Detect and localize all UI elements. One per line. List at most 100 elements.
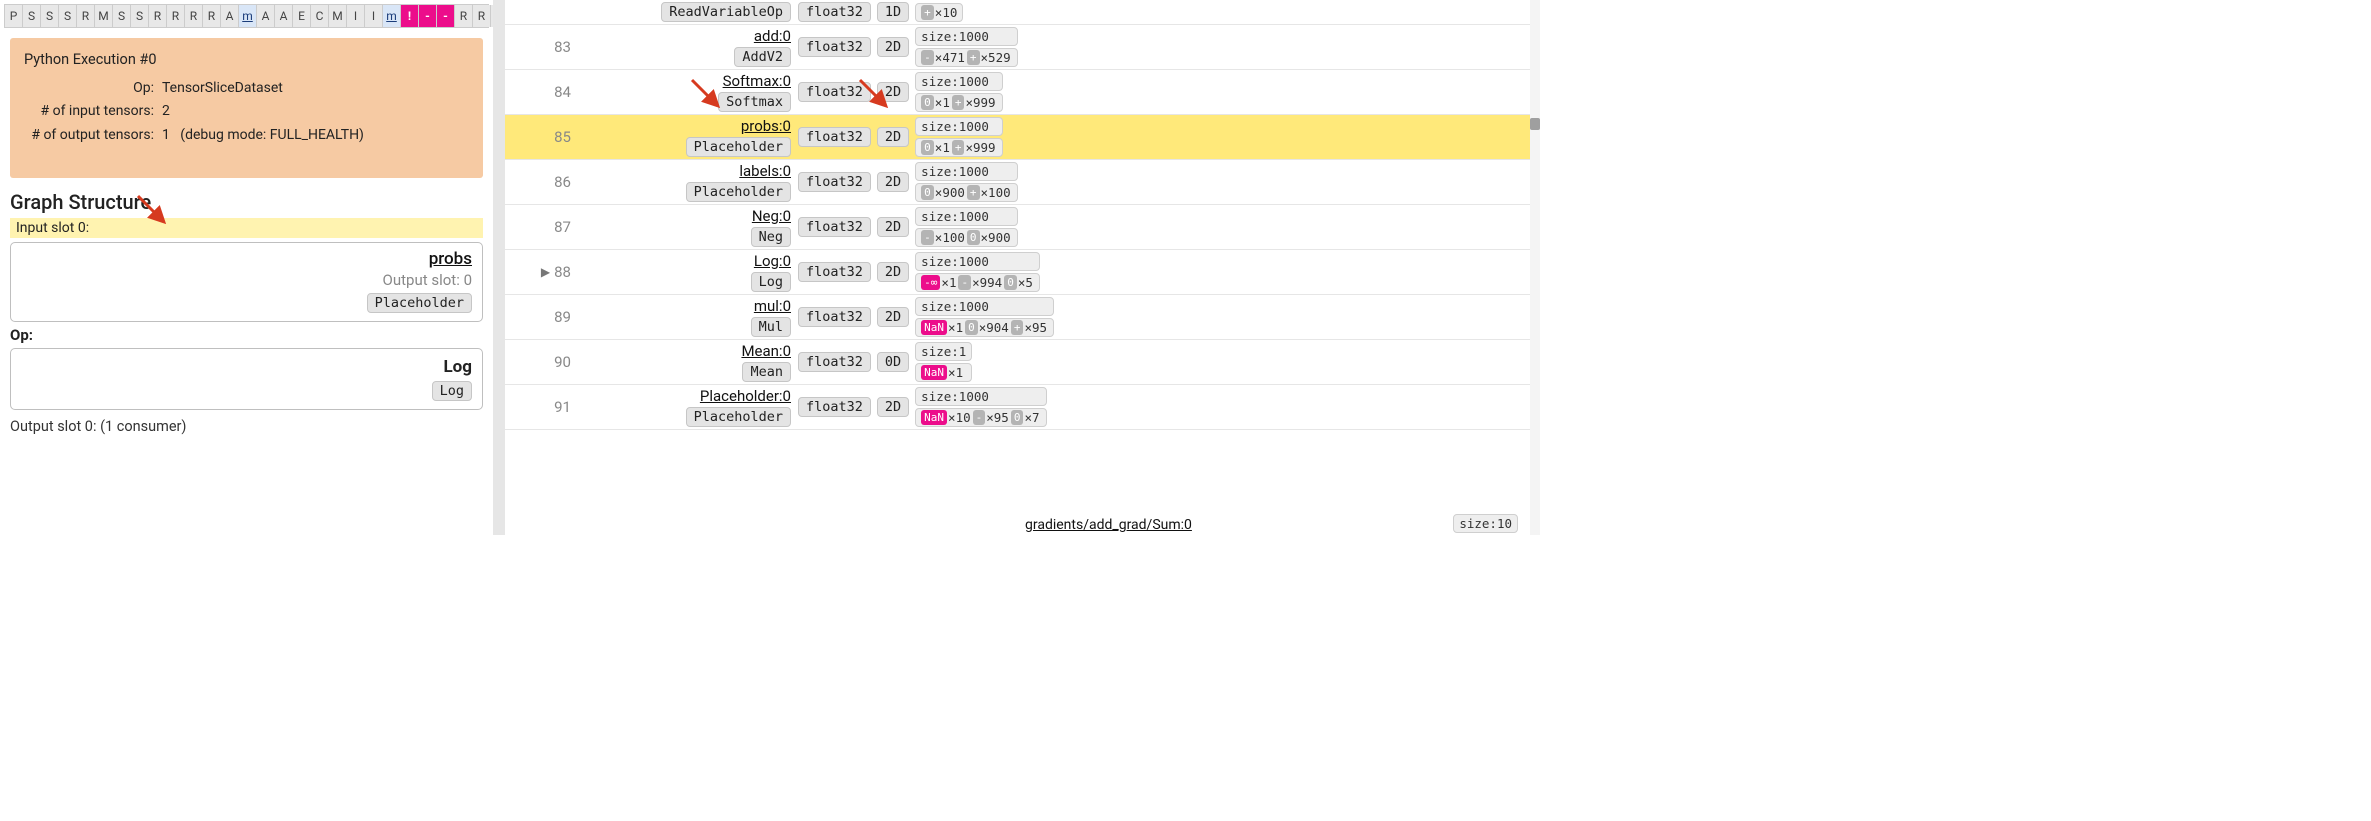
dist-tag: NaN (921, 365, 947, 380)
tensor-row[interactable]: 91Placeholder:0Placeholderfloat322Dsize:… (505, 385, 1540, 430)
dtype-chip: float32 (798, 217, 871, 237)
input-slot-label: Input slot 0: (10, 218, 483, 238)
size-chip: size:1000 (915, 207, 1017, 226)
op-type-chip[interactable]: AddV2 (734, 47, 791, 67)
token-cell[interactable]: S (113, 5, 131, 27)
token-cell[interactable]: I (347, 5, 365, 27)
tensor-name-link[interactable]: Log:0 (754, 252, 791, 270)
token-cell[interactable]: S (23, 5, 41, 27)
op-type-chip[interactable]: Placeholder (686, 137, 791, 157)
op-type-chip[interactable]: Placeholder (686, 182, 791, 202)
token-cell[interactable]: P (5, 5, 23, 27)
op-type-chip[interactable]: Placeholder (686, 407, 791, 427)
rank-chip: 2D (877, 82, 909, 102)
dtype-chip: float32 (798, 172, 871, 192)
tensor-row[interactable]: 86labels:0Placeholderfloat322Dsize:10000… (505, 160, 1540, 205)
dist-tag: -∞ (921, 275, 940, 290)
row-index: 90 (554, 353, 571, 371)
tensor-row[interactable]: 83add:0AddV2float322Dsize:1000-×471 +×52… (505, 25, 1540, 70)
tensor-name-link[interactable]: Neg:0 (752, 207, 791, 225)
dist-line: 0×1 +×999 (915, 93, 1002, 112)
token-cell[interactable]: - (419, 5, 437, 27)
token-cell[interactable]: m (239, 5, 257, 27)
right-pane-scrollbar[interactable] (1530, 0, 1540, 535)
token-cell[interactable]: R (185, 5, 203, 27)
input-placeholder-button[interactable]: Placeholder (367, 293, 472, 313)
dist-tag: 0 (965, 320, 978, 335)
token-cell[interactable]: A (491, 5, 505, 27)
dist-tag: NaN (921, 410, 947, 425)
op-pill-button[interactable]: Log (432, 381, 472, 401)
tensor-row[interactable]: ▶88Log:0Logfloat322Dsize:1000-∞×1 -×994 … (505, 250, 1540, 295)
token-cell[interactable]: E (293, 5, 311, 27)
tensor-row[interactable]: 89mul:0Mulfloat322Dsize:1000NaN×1 0×904 … (505, 295, 1540, 340)
token-cell[interactable]: R (167, 5, 185, 27)
op-type-chip[interactable]: Log (751, 272, 791, 292)
size-chip: size:1000 (915, 387, 1046, 406)
token-cell[interactable]: C (311, 5, 329, 27)
token-cell[interactable]: - (437, 5, 455, 27)
token-cell[interactable]: A (275, 5, 293, 27)
op-type-chip[interactable]: Mul (751, 317, 791, 337)
op-name: Log (21, 357, 472, 377)
token-cell[interactable]: S (41, 5, 59, 27)
dist-count: ×471 (935, 50, 965, 65)
op-type-chip[interactable]: Mean (742, 362, 791, 382)
dist-count: ×95 (1024, 320, 1047, 335)
tensor-row[interactable]: 85probs:0Placeholderfloat322Dsize:10000×… (505, 115, 1540, 160)
dist-count: ×1 (935, 95, 950, 110)
tensor-name-link[interactable]: Softmax:0 (723, 72, 791, 90)
token-cell[interactable]: R (473, 5, 491, 27)
tensor-row[interactable]: 84Softmax:0Softmaxfloat322Dsize:10000×1 … (505, 70, 1540, 115)
input-tensor-name-link[interactable]: probs (429, 249, 472, 269)
exec-op-label: Op: (24, 77, 154, 101)
token-cell[interactable]: I (365, 5, 383, 27)
rank-chip: 2D (877, 127, 909, 147)
exec-in-value: 2 (162, 100, 469, 124)
token-cell[interactable]: R (455, 5, 473, 27)
token-cell[interactable]: R (77, 5, 95, 27)
token-cell[interactable]: S (131, 5, 149, 27)
op-type-chip[interactable]: Neg (751, 227, 791, 247)
row-index: 83 (554, 38, 571, 56)
tensor-row[interactable]: 87Neg:0Negfloat322Dsize:1000-×100 0×900 (505, 205, 1540, 250)
dist-count: ×904 (979, 320, 1009, 335)
tensor-name-link[interactable]: mul:0 (754, 297, 791, 315)
token-cell[interactable]: R (149, 5, 167, 27)
row-index: 84 (554, 83, 571, 101)
token-cell[interactable]: A (221, 5, 239, 27)
rank-chip: 2D (877, 37, 909, 57)
token-cell[interactable]: ! (401, 5, 419, 27)
tensor-name-link[interactable]: Mean:0 (741, 342, 791, 360)
scrollbar-thumb[interactable] (1530, 118, 1540, 130)
rank-chip: 2D (877, 397, 909, 417)
footer-tensor-name-link[interactable]: gradients/add_grad/Sum:0 (1025, 517, 1192, 533)
token-cell[interactable]: A (257, 5, 275, 27)
dist-count: ×999 (965, 95, 995, 110)
token-cell[interactable]: M (95, 5, 113, 27)
tensor-name-link[interactable]: labels:0 (739, 162, 791, 180)
tensor-row[interactable]: 90Mean:0Meanfloat320Dsize:1NaN×1 (505, 340, 1540, 385)
token-cell[interactable]: S (59, 5, 77, 27)
op-type-chip[interactable]: Softmax (718, 92, 791, 112)
tensor-name-link[interactable]: add:0 (754, 27, 791, 45)
expand-row-icon[interactable]: ▶ (541, 265, 550, 279)
rank-chip: 0D (877, 352, 909, 372)
dist-tag: 0 (921, 95, 934, 110)
dist-count: ×10 (948, 410, 971, 425)
token-cell[interactable]: m (383, 5, 401, 27)
token-cell[interactable]: R (203, 5, 221, 27)
output-slot-label: Output slot 0: (1 consumer) (10, 418, 483, 435)
token-cell[interactable]: M (329, 5, 347, 27)
op-type-chip[interactable]: ReadVariableOp (661, 2, 791, 22)
tensor-name-link[interactable]: probs:0 (741, 117, 791, 135)
rank-chip: 2D (877, 307, 909, 327)
size-chip: size:1000 (915, 72, 1002, 91)
dist-count: ×529 (981, 50, 1011, 65)
row-index: 88 (554, 263, 571, 281)
dtype-chip: float32 (798, 307, 871, 327)
tensor-name-link[interactable]: Placeholder:0 (700, 387, 791, 405)
dist-tag: + (967, 185, 980, 200)
row-index: 87 (554, 218, 571, 236)
footer-size-chip: size:10 (1453, 514, 1518, 533)
